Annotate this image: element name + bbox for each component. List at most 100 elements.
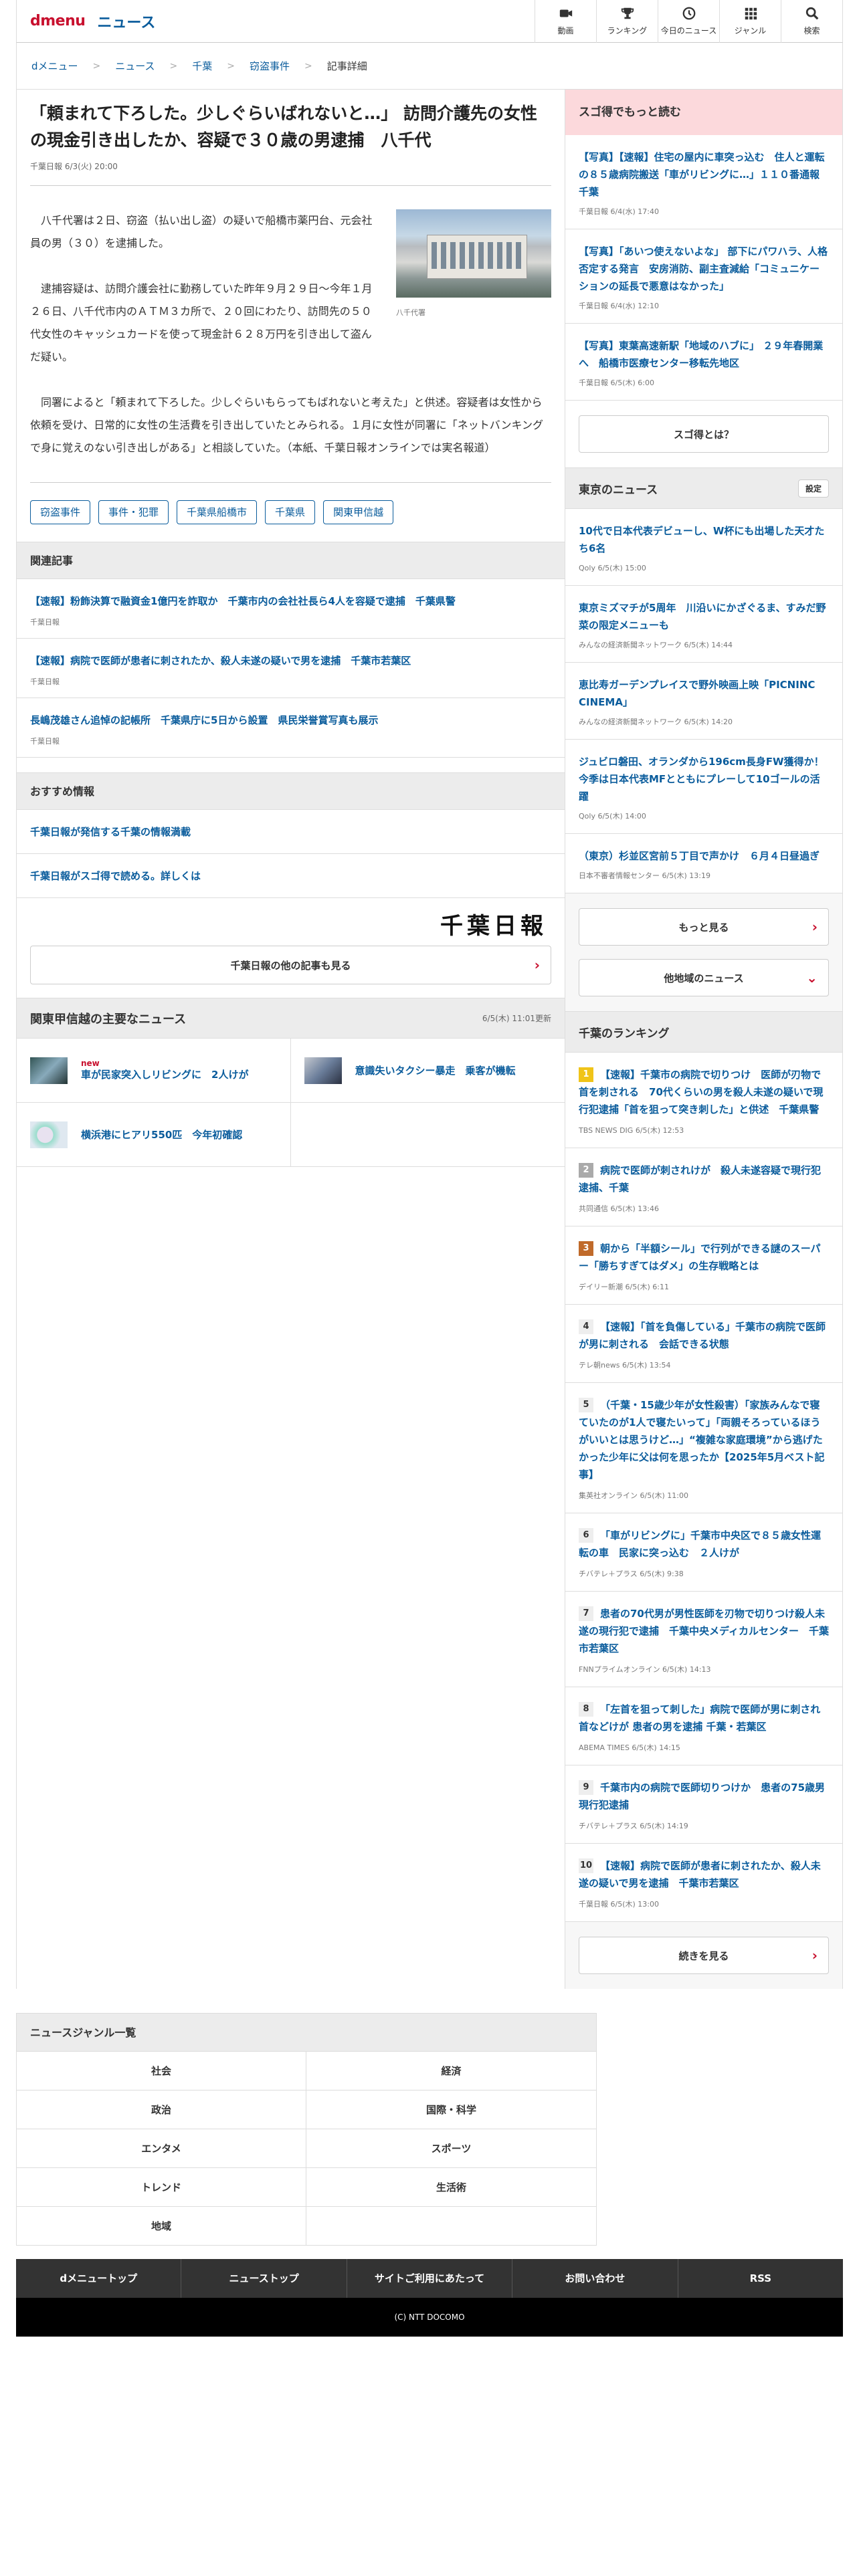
ranking-item[interactable]: 9 千葉市内の病院で医師切りつけか 患者の75歳男現行犯逮捕 チバテレ＋プラス 6/… <box>565 1765 842 1844</box>
ranking-link[interactable]: 朝から「半額シール」で行列ができる謎のスーパー「勝ちすぎてはダメ」の生存戦略とは <box>579 1243 821 1272</box>
recommended-link[interactable]: 千葉日報が発信する千葉の情報満載 <box>30 826 191 838</box>
ranking-item[interactable]: 5 （千葉・15歳少年が女性殺害）「家族みんなで寝ていたのが1人で寝たいって」「両… <box>565 1383 842 1513</box>
nav-genre[interactable]: ジャンル <box>719 0 781 43</box>
other-region-button[interactable]: 他地域のニュース ⌄ <box>579 959 829 996</box>
chiba-nippo-logo[interactable]: 千葉日報 <box>30 907 551 940</box>
genre-item[interactable]: トレンド <box>17 2168 306 2207</box>
tokyo-link[interactable]: （東京）杉並区宮前５丁目で声かけ ６月４日昼過ぎ <box>579 847 829 865</box>
rank-badge: 5 <box>579 1398 593 1412</box>
major-news-item[interactable]: 意識失いタクシー暴走 乗客が機転 <box>290 1039 565 1103</box>
footer-link[interactable]: お問い合わせ <box>512 2259 678 2298</box>
ranking-item[interactable]: 7 患者の70代男が男性医師を刃物で切りつけ殺人未遂の現行犯で逮捕 千葉中央メディ… <box>565 1592 842 1687</box>
ranking-link[interactable]: （千葉・15歳少年が女性殺害）「家族みんなで寝ていたのが1人で寝たいって」「両親… <box>579 1399 825 1481</box>
breadcrumb-theft[interactable]: 窃盗事件 <box>250 59 290 73</box>
news-thumbnail[interactable] <box>30 1057 68 1084</box>
sugo-link[interactable]: 【写真】「あいつ使えないよな」 部下にパワハラ、人格否定する発言 安房消防、副主… <box>579 243 829 295</box>
tag[interactable]: 窃盗事件 <box>30 500 91 524</box>
major-news-item[interactable]: 横浜港にヒアリ550匹 今年初確認 <box>17 1103 291 1167</box>
tokyo-item[interactable]: 10代で日本代表デビューし、W杯にも出場した天才たち6名 Qoly 6/5(木) … <box>565 509 842 586</box>
nav-ranking[interactable]: ランキング <box>596 0 658 43</box>
dmenu-logo[interactable]: dmenu <box>30 13 86 29</box>
breadcrumb-dmenu[interactable]: dメニュー <box>31 59 78 73</box>
nav-video[interactable]: 動画 <box>535 0 596 43</box>
major-news-link[interactable]: 横浜港にヒアリ550匹 今年初確認 <box>81 1129 242 1141</box>
ranking-link[interactable]: 【速報】千葉市の病院で切りつけ 医師が刃物で首を刺される 70代くらいの男を殺人… <box>579 1069 823 1115</box>
recommended-link[interactable]: 千葉日報がスゴ得で読める。詳しくは <box>30 870 201 882</box>
tokyo-more-label: もっと見る <box>678 921 729 934</box>
related-item[interactable]: 【速報】粉飾決算で融資金1億円を詐取か 千葉市内の会社社長ら4人を容疑で逮捕 千… <box>17 579 565 639</box>
tokyo-more-button[interactable]: もっと見る › <box>579 908 829 946</box>
major-news-link[interactable]: 意識失いタクシー暴走 乗客が機転 <box>355 1065 516 1077</box>
genre-item[interactable]: 政治 <box>17 2090 306 2129</box>
major-news-link[interactable]: 車が民家突入しリビングに 2人けが <box>81 1069 248 1081</box>
chiba-more-button[interactable]: 千葉日報の他の記事も見る › <box>30 946 551 984</box>
sugo-link[interactable]: 【写真】【速報】住宅の屋内に車突っ込む 住人と運転の８５歳病院搬送「車がリビング… <box>579 148 830 201</box>
tag[interactable]: 千葉県船橋市 <box>177 500 258 524</box>
tokyo-item[interactable]: 東京ミズマチが5周年 川沿いにかざぐるま、すみだ野菜の限定メニューも みんなの経済… <box>565 586 842 663</box>
ranking-link[interactable]: 【速報】「首を負傷している」千葉市の病院で医師が男に刺される 会話できる状態 <box>579 1321 826 1350</box>
tokyo-link[interactable]: 10代で日本代表デビューし、W杯にも出場した天才たち6名 <box>579 522 829 557</box>
ranking-link[interactable]: 病院で医師が刺されけが 殺人未遂容疑で現行犯逮捕、千葉 <box>579 1164 821 1194</box>
major-news-item[interactable]: new 車が民家突入しリビングに 2人けが <box>17 1039 291 1103</box>
ranking-item[interactable]: 2 病院で医師が刺されけが 殺人未遂容疑で現行犯逮捕、千葉 共同通信 6/5(木) … <box>565 1148 842 1226</box>
footer-link[interactable]: dメニュートップ <box>16 2259 182 2298</box>
related-item[interactable]: 長嶋茂雄さん追悼の記帳所 千葉県庁に5日から設置 県民栄誉賞写真も展示 千葉日報 <box>17 698 565 758</box>
tag[interactable]: 事件・犯罪 <box>98 500 169 524</box>
recommended-item[interactable]: 千葉日報が発信する千葉の情報満載 <box>17 810 565 854</box>
genre-item[interactable]: 社会 <box>17 2052 306 2090</box>
article-photo[interactable]: 八千代署 <box>396 209 551 324</box>
sugo-item[interactable]: 【写真】「あいつ使えないよな」 部下にパワハラ、人格否定する発言 安房消防、副主… <box>565 229 842 324</box>
sugo-link[interactable]: 【写真】東葉高速新駅「地域のハブに」 ２９年春開業へ 船橋市医療センター移転先地… <box>579 337 829 372</box>
related-link[interactable]: 【速報】病院で医師が患者に刺されたか、殺人未遂の疑いで男を逮捕 千葉市若葉区 <box>30 652 551 669</box>
ranking-item[interactable]: 3 朝から「半額シール」で行列ができる謎のスーパー「勝ちすぎてはダメ」の生存戦略と… <box>565 1226 842 1305</box>
related-item[interactable]: 【速報】病院で医師が患者に刺されたか、殺人未遂の疑いで男を逮捕 千葉市若葉区 千… <box>17 639 565 698</box>
nav-today[interactable]: 今日のニュース <box>658 0 719 43</box>
related-link[interactable]: 長嶋茂雄さん追悼の記帳所 千葉県庁に5日から設置 県民栄誉賞写真も展示 <box>30 712 551 729</box>
tokyo-item[interactable]: ジュビロ磐田、オランダから196cm長身FW獲得か！今季は日本代表MFとともにプ… <box>565 740 842 834</box>
tokyo-item[interactable]: （東京）杉並区宮前５丁目で声かけ ６月４日昼過ぎ 日本不審者情報センター 6/5(… <box>565 834 842 893</box>
settings-button[interactable]: 設定 <box>797 479 829 498</box>
ranking-more-button[interactable]: 続きを見る › <box>579 1937 829 1974</box>
tag[interactable]: 関東甲信越 <box>323 500 394 524</box>
genre-item[interactable]: 地域 <box>17 2207 306 2246</box>
tokyo-item[interactable]: 恵比寿ガーデンプレイスで野外映画上映「PICNINC CINEMA」 みんなの経済… <box>565 663 842 740</box>
tokyo-link[interactable]: ジュビロ磐田、オランダから196cm長身FW獲得か！今季は日本代表MFとともにプ… <box>579 753 829 805</box>
genre-item[interactable]: エンタメ <box>17 2129 306 2168</box>
footer-link[interactable]: RSS <box>678 2259 843 2298</box>
footer-link[interactable]: ニューストップ <box>181 2259 347 2298</box>
ranking-link[interactable]: 「左首を狙って刺した」病院で医師が男に刺され首などけが 患者の男を逮捕 千葉・若… <box>579 1703 820 1733</box>
ranking-item[interactable]: 10 【速報】病院で医師が患者に刺されたか、殺人未遂の疑いで男を逮捕 千葉市若葉区… <box>565 1844 842 1922</box>
news-thumbnail[interactable] <box>30 1121 68 1148</box>
tokyo-link[interactable]: 東京ミズマチが5周年 川沿いにかざぐるま、すみだ野菜の限定メニューも <box>579 599 829 634</box>
breadcrumb-chiba[interactable]: 千葉 <box>192 59 212 73</box>
ranking-item[interactable]: 6 「車がリビングに」千葉市中央区で８５歳女性運転の車 民家に突っ込む ２人けがチ… <box>565 1513 842 1592</box>
tag[interactable]: 千葉県 <box>265 500 316 524</box>
ranking-link[interactable]: 「車がリビングに」千葉市中央区で８５歳女性運転の車 民家に突っ込む ２人けが <box>579 1529 821 1559</box>
site-logo[interactable]: dmenu ニュース <box>17 0 155 43</box>
ranking-link[interactable]: 患者の70代男が男性医師を刃物で切りつけ殺人未遂の現行犯で逮捕 千葉中央メディカ… <box>579 1608 829 1654</box>
genre-item[interactable]: スポーツ <box>306 2129 596 2168</box>
sugo-about-button[interactable]: スゴ得とは？ <box>579 415 829 453</box>
news-thumbnail[interactable] <box>304 1057 342 1084</box>
genre-item[interactable]: 経済 <box>306 2052 596 2090</box>
sugo-item[interactable]: 【写真】【速報】住宅の屋内に車突っ込む 住人と運転の８５歳病院搬送「車がリビング… <box>565 135 842 229</box>
related-link[interactable]: 【速報】粉飾決算で融資金1億円を詐取か 千葉市内の会社社長ら4人を容疑で逮捕 千… <box>30 593 551 610</box>
recommended-item[interactable]: 千葉日報がスゴ得で読める。詳しくは <box>17 854 565 898</box>
footer-link[interactable]: サイトご利用にあたって <box>347 2259 513 2298</box>
police-station-image[interactable] <box>396 209 551 298</box>
sugo-item[interactable]: 【写真】東葉高速新駅「地域のハブに」 ２９年春開業へ 船橋市医療センター移転先地… <box>565 324 842 401</box>
news-section-title[interactable]: ニュース <box>97 11 155 32</box>
genre-item[interactable]: 生活術 <box>306 2168 596 2207</box>
ranking-link[interactable]: 千葉市内の病院で医師切りつけか 患者の75歳男現行犯逮捕 <box>579 1782 825 1811</box>
ranking-item[interactable]: 8 「左首を狙って刺した」病院で医師が男に刺され首などけが 患者の男を逮捕 千葉・… <box>565 1687 842 1765</box>
genre-item[interactable]: 国際・科学 <box>306 2090 596 2129</box>
ranking-heading: 千葉のランキング <box>565 1011 842 1053</box>
nav-search[interactable]: 検索 <box>781 0 842 43</box>
ranking-item[interactable]: 1 【速報】千葉市の病院で切りつけ 医師が刃物で首を刺される 70代くらいの男を殺… <box>565 1053 842 1148</box>
tokyo-link[interactable]: 恵比寿ガーデンプレイスで野外映画上映「PICNINC CINEMA」 <box>579 676 829 711</box>
article: 「頼まれて下ろした。少しぐらいばれないと…」 訪問介護先の女性の現金引き出したか… <box>17 90 565 459</box>
rank-badge: 10 <box>579 1858 593 1873</box>
ranking-link[interactable]: 【速報】病院で医師が患者に刺されたか、殺人未遂の疑いで男を逮捕 千葉市若葉区 <box>579 1860 821 1889</box>
ranking-item[interactable]: 4 【速報】「首を負傷している」千葉市の病院で医師が男に刺される 会話できる状態テ… <box>565 1305 842 1383</box>
breadcrumb-news[interactable]: ニュース <box>115 59 155 73</box>
